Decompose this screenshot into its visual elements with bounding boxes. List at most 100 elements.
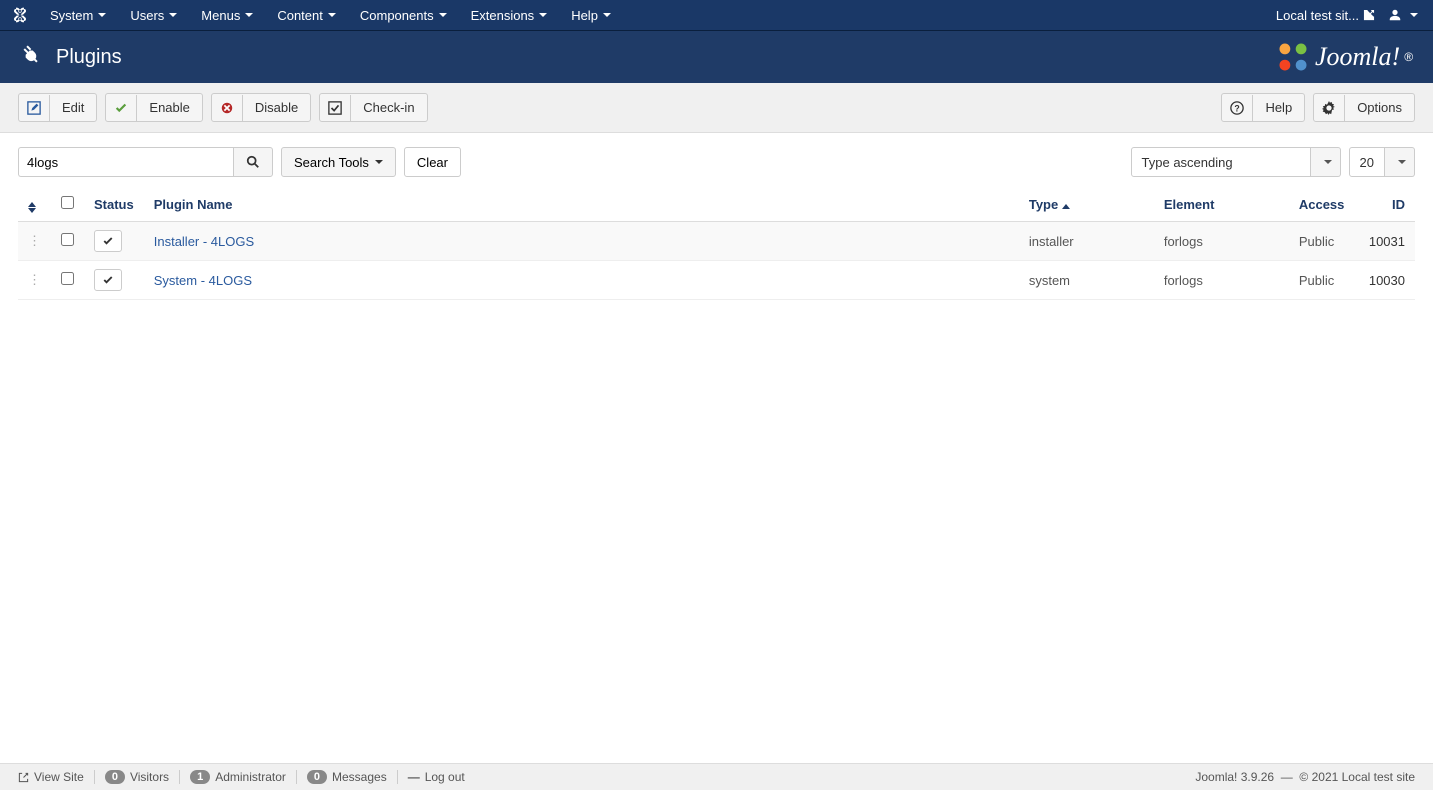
options-button[interactable]: Options xyxy=(1313,93,1415,122)
caret-down-icon xyxy=(169,13,177,17)
edit-icon xyxy=(27,101,41,115)
status-toggle[interactable] xyxy=(94,230,122,252)
col-status[interactable]: Status xyxy=(94,197,134,212)
select-value: 20 xyxy=(1349,147,1385,177)
plugin-id: 10031 xyxy=(1359,222,1415,261)
drag-handle-icon[interactable]: ⋮ xyxy=(28,272,41,288)
joomla-icon[interactable] xyxy=(10,5,30,25)
select-caret xyxy=(1311,147,1341,177)
label: Messages xyxy=(332,770,387,784)
gear-icon xyxy=(1322,101,1336,115)
plugin-type: system xyxy=(1019,261,1154,300)
limit-select[interactable]: 20 xyxy=(1349,147,1415,177)
menu-help[interactable]: Help xyxy=(559,0,623,30)
count-badge: 0 xyxy=(105,770,125,784)
disable-button[interactable]: Disable xyxy=(211,93,311,122)
status-toggle[interactable] xyxy=(94,269,122,291)
menu-label: Users xyxy=(130,8,164,23)
label: Visitors xyxy=(130,770,169,784)
plugin-name-link[interactable]: Installer - 4LOGS xyxy=(154,234,254,249)
user-menu[interactable] xyxy=(1383,8,1423,22)
sort-asc-icon xyxy=(1062,204,1070,209)
table-row: ⋮ System - 4LOGS system forlogs Public 1… xyxy=(18,261,1415,300)
caret-down-icon xyxy=(1410,13,1418,17)
brand-text: Joomla! xyxy=(1315,42,1400,72)
col-type[interactable]: Type xyxy=(1029,197,1070,212)
enable-button[interactable]: Enable xyxy=(105,93,202,122)
user-icon xyxy=(1388,8,1402,22)
col-access[interactable]: Access xyxy=(1299,197,1345,212)
toolbar-left: Edit Enable Disable Check-in xyxy=(18,93,428,122)
search-submit-button[interactable] xyxy=(233,147,273,177)
search-group xyxy=(18,147,273,177)
view-site-link[interactable]: View Site xyxy=(18,770,95,784)
copyright-text: © 2021 Local test site xyxy=(1299,770,1415,784)
disable-icon xyxy=(220,101,234,115)
footer-right: Joomla! 3.9.26 — © 2021 Local test site xyxy=(1195,770,1415,784)
label: View Site xyxy=(34,770,84,784)
page-title: Plugins xyxy=(56,46,122,69)
caret-down-icon xyxy=(539,13,547,17)
button-label: Options xyxy=(1345,94,1414,121)
label: Administrator xyxy=(215,770,286,784)
sort-select[interactable]: Type ascending xyxy=(1131,147,1341,177)
col-id[interactable]: ID xyxy=(1392,197,1405,212)
caret-down-icon xyxy=(328,13,336,17)
site-name: Local test sit... xyxy=(1276,8,1359,23)
view-frontend-link[interactable]: Local test sit... xyxy=(1276,8,1375,23)
admins-link[interactable]: 1 Administrator xyxy=(180,770,297,784)
help-icon: ? xyxy=(1230,101,1244,115)
search-input[interactable] xyxy=(18,147,233,177)
menu-components[interactable]: Components xyxy=(348,0,459,30)
row-checkbox[interactable] xyxy=(61,233,74,246)
button-label: Edit xyxy=(50,94,96,121)
messages-link[interactable]: 0 Messages xyxy=(297,770,398,784)
select-caret xyxy=(1385,147,1415,177)
topbar-left: System Users Menus Content Components Ex… xyxy=(10,0,623,30)
menu-users[interactable]: Users xyxy=(118,0,189,30)
edit-button[interactable]: Edit xyxy=(18,93,97,122)
help-button[interactable]: ? Help xyxy=(1221,93,1305,122)
count-badge: 0 xyxy=(307,770,327,784)
menu-label: Components xyxy=(360,8,434,23)
col-element[interactable]: Element xyxy=(1164,197,1215,212)
menu-label: Content xyxy=(277,8,323,23)
menu-label: Menus xyxy=(201,8,240,23)
button-label: Enable xyxy=(137,94,201,121)
sort-ordering-icon[interactable] xyxy=(28,202,36,213)
check-icon xyxy=(102,274,114,286)
button-label: Search Tools xyxy=(294,155,369,170)
clear-button[interactable]: Clear xyxy=(404,147,461,177)
external-link-icon xyxy=(1363,9,1375,21)
button-label: Check-in xyxy=(351,94,426,121)
check-all[interactable] xyxy=(61,196,74,209)
plugin-type: installer xyxy=(1019,222,1154,261)
caret-down-icon xyxy=(245,13,253,17)
visitors-link[interactable]: 0 Visitors xyxy=(95,770,180,784)
action-toolbar: Edit Enable Disable Check-in ? Help Opti… xyxy=(0,83,1433,133)
row-checkbox[interactable] xyxy=(61,272,74,285)
plugin-name-link[interactable]: System - 4LOGS xyxy=(154,273,252,288)
joomla-logo-icon xyxy=(1275,39,1311,75)
logout-link[interactable]: — Log out xyxy=(398,770,475,784)
plug-icon xyxy=(20,42,44,72)
menu-content[interactable]: Content xyxy=(265,0,348,30)
drag-handle-icon[interactable]: ⋮ xyxy=(28,233,41,249)
button-label: Help xyxy=(1253,94,1304,121)
caret-down-icon xyxy=(98,13,106,17)
button-label: Disable xyxy=(243,94,310,121)
filter-left: Search Tools Clear xyxy=(18,147,461,177)
col-name[interactable]: Plugin Name xyxy=(154,197,233,212)
menu-label: Extensions xyxy=(471,8,535,23)
menu-system[interactable]: System xyxy=(38,0,118,30)
checkin-button[interactable]: Check-in xyxy=(319,93,427,122)
plugin-id: 10030 xyxy=(1359,261,1415,300)
menu-extensions[interactable]: Extensions xyxy=(459,0,560,30)
svg-text:?: ? xyxy=(1235,103,1240,113)
menu-menus[interactable]: Menus xyxy=(189,0,265,30)
header-left: Plugins xyxy=(20,42,122,72)
status-footer: View Site 0 Visitors 1 Administrator 0 M… xyxy=(0,763,1433,790)
external-link-icon xyxy=(18,772,29,783)
search-tools-button[interactable]: Search Tools xyxy=(281,147,396,177)
admin-topbar: System Users Menus Content Components Ex… xyxy=(0,0,1433,31)
